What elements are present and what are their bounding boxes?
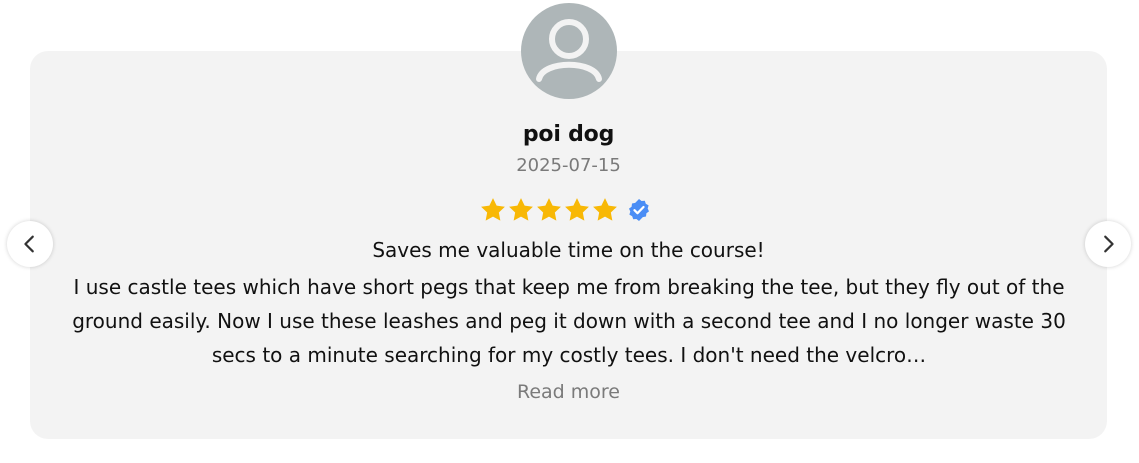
star-icon	[481, 198, 505, 221]
star-icon	[537, 198, 561, 221]
reviewer-name: poi dog	[522, 122, 615, 147]
user-avatar-icon	[521, 3, 617, 99]
review-date: 2025-07-15	[516, 155, 621, 176]
chevron-left-icon	[24, 235, 34, 253]
star-icon	[565, 198, 589, 221]
previous-review-button[interactable]	[7, 221, 53, 267]
chevron-right-icon	[1104, 235, 1114, 253]
read-more-link[interactable]: Read more	[30, 381, 1107, 403]
star-icon	[509, 198, 533, 221]
star-icon	[593, 198, 617, 221]
next-review-button[interactable]	[1085, 221, 1131, 267]
review-title: Saves me valuable time on the course!	[372, 238, 765, 262]
verified-badge-icon	[629, 199, 649, 221]
star-rating	[479, 195, 651, 225]
review-carousel: poi dog 2025-07-15 Saves me valuable tim…	[0, 0, 1139, 463]
review-body: I use castle tees which have short pegs …	[72, 275, 1066, 367]
